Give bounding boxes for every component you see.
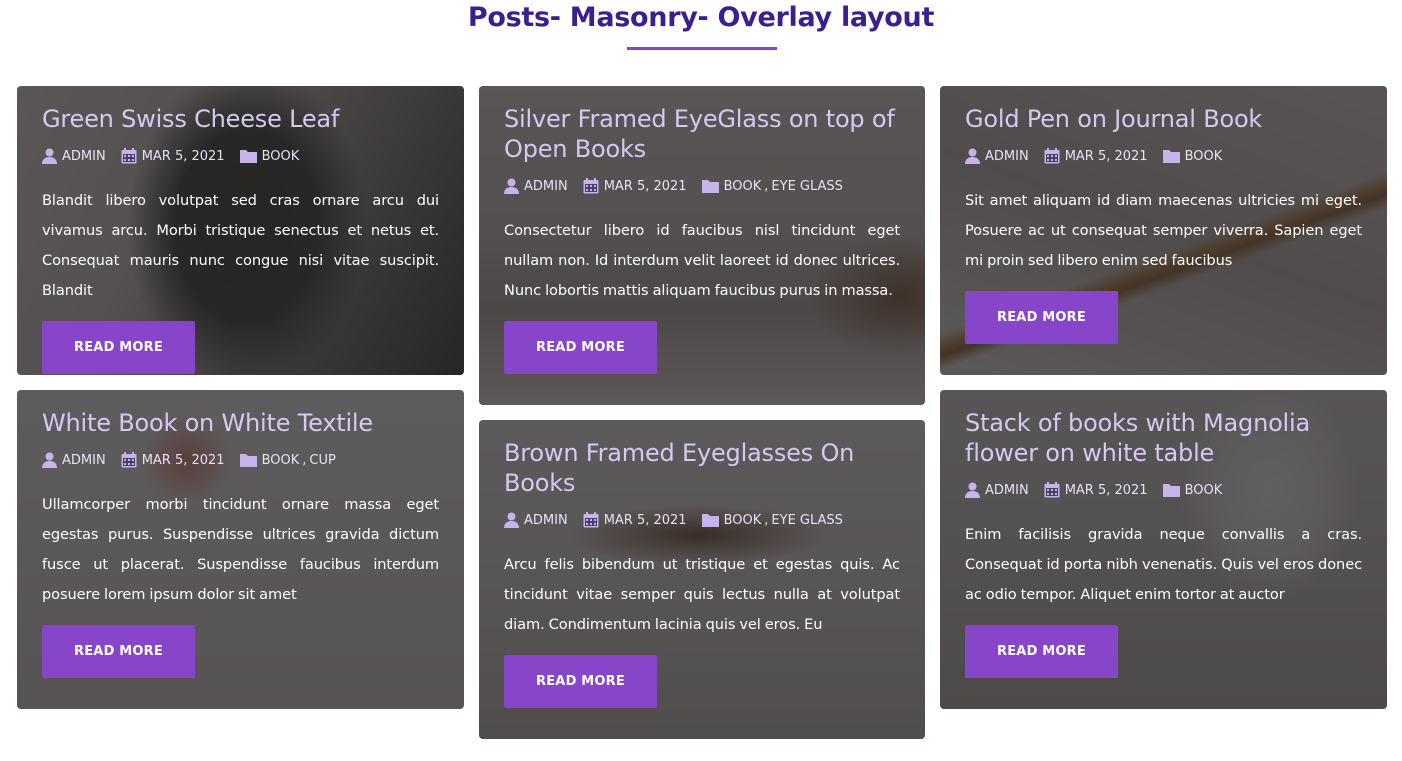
calendar-icon xyxy=(583,512,599,528)
folder-icon xyxy=(239,454,257,467)
post-title[interactable]: Brown Framed Eyeglasses On Books xyxy=(504,438,900,498)
post-excerpt: Arcu felis bibendum ut tristique et eges… xyxy=(504,556,900,633)
post-author[interactable]: ADMIN xyxy=(524,179,568,194)
post-author[interactable]: ADMIN xyxy=(985,149,1029,164)
post-date: MAR 5, 2021 xyxy=(141,148,225,164)
post-meta: ADMIN MAR 5, 2021 BOOK, CUP xyxy=(42,452,439,468)
read-more-button[interactable]: READ MORE xyxy=(504,654,657,708)
calendar-icon xyxy=(121,452,137,468)
category-link[interactable]: BOOK xyxy=(262,149,300,164)
folder-icon xyxy=(701,180,719,193)
post-card: Gold Pen on Journal Book ADMIN MAR 5, 20… xyxy=(940,86,1387,375)
post-author[interactable]: ADMIN xyxy=(62,453,106,468)
read-more-button[interactable]: READ MORE xyxy=(42,624,195,678)
post-excerpt: Consectetur libero id faucibus nisl tinc… xyxy=(504,222,900,299)
category-link[interactable]: EYE GLASS xyxy=(771,513,843,528)
category-link[interactable]: BOOK xyxy=(724,179,762,194)
post-meta: ADMIN MAR 5, 2021 BOOK, EYE GLASS xyxy=(504,178,900,194)
calendar-icon xyxy=(583,178,599,194)
read-more-button[interactable]: READ MORE xyxy=(504,320,657,374)
folder-icon xyxy=(701,514,719,527)
post-meta: ADMIN MAR 5, 2021 BOOK xyxy=(965,148,1362,164)
user-icon xyxy=(965,148,980,164)
post-author[interactable]: ADMIN xyxy=(524,513,568,528)
calendar-icon xyxy=(1044,482,1060,498)
post-excerpt: Ullamcorper morbi tincidunt ornare massa… xyxy=(42,496,439,603)
category-link[interactable]: BOOK xyxy=(1185,483,1223,498)
post-meta: ADMIN MAR 5, 2021 BOOK xyxy=(42,148,439,164)
post-title[interactable]: Green Swiss Cheese Leaf xyxy=(42,104,439,134)
post-title[interactable]: Silver Framed EyeGlass on top of Open Bo… xyxy=(504,104,900,164)
post-card: Brown Framed Eyeglasses On Books ADMIN M… xyxy=(479,420,925,739)
user-icon xyxy=(504,178,519,194)
post-title[interactable]: Stack of books with Magnolia flower on w… xyxy=(965,408,1362,468)
post-date: MAR 5, 2021 xyxy=(1064,482,1148,498)
post-meta: ADMIN MAR 5, 2021 BOOK, EYE GLASS xyxy=(504,512,900,528)
post-excerpt: Blandit libero volutpat sed cras ornare … xyxy=(42,192,439,299)
post-excerpt: Enim facilisis gravida neque convallis a… xyxy=(965,526,1362,603)
category-link[interactable]: BOOK xyxy=(1185,149,1223,164)
post-card: Stack of books with Magnolia flower on w… xyxy=(940,390,1387,709)
category-link[interactable]: BOOK xyxy=(262,453,300,468)
user-icon xyxy=(42,148,57,164)
read-more-button[interactable]: READ MORE xyxy=(965,290,1118,344)
category-link[interactable]: BOOK xyxy=(724,513,762,528)
post-meta: ADMIN MAR 5, 2021 BOOK xyxy=(965,482,1362,498)
calendar-icon xyxy=(121,148,137,164)
calendar-icon xyxy=(1044,148,1060,164)
read-more-button[interactable]: READ MORE xyxy=(965,624,1118,678)
user-icon xyxy=(965,482,980,498)
post-card: Green Swiss Cheese Leaf ADMIN MAR 5, 202… xyxy=(17,86,464,375)
page-title: Posts- Masonry- Overlay layout xyxy=(467,2,935,33)
user-icon xyxy=(504,512,519,528)
post-excerpt: Sit amet aliquam id diam maecenas ultric… xyxy=(965,192,1362,269)
post-date: MAR 5, 2021 xyxy=(1064,148,1148,164)
post-date: MAR 5, 2021 xyxy=(141,452,225,468)
title-underline xyxy=(627,47,777,50)
post-title[interactable]: White Book on White Textile xyxy=(42,408,439,438)
folder-icon xyxy=(1162,150,1180,163)
post-card: Silver Framed EyeGlass on top of Open Bo… xyxy=(479,86,925,405)
read-more-button[interactable]: READ MORE xyxy=(42,320,195,374)
post-author[interactable]: ADMIN xyxy=(985,483,1029,498)
category-link[interactable]: EYE GLASS xyxy=(771,179,843,194)
post-author[interactable]: ADMIN xyxy=(62,149,106,164)
post-title[interactable]: Gold Pen on Journal Book xyxy=(965,104,1362,134)
post-date: MAR 5, 2021 xyxy=(603,178,687,194)
user-icon xyxy=(42,452,57,468)
folder-icon xyxy=(1162,484,1180,497)
category-link[interactable]: CUP xyxy=(309,453,335,468)
post-card: White Book on White Textile ADMIN MAR 5,… xyxy=(17,390,464,709)
folder-icon xyxy=(239,150,257,163)
post-date: MAR 5, 2021 xyxy=(603,512,687,528)
